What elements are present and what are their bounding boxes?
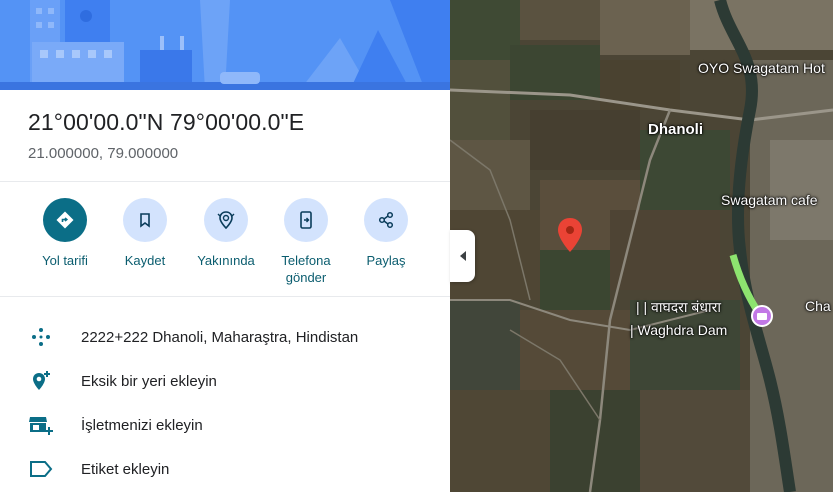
share-label: Paylaş [366,253,406,268]
send-to-phone-button[interactable]: Telefona gönder [266,196,346,286]
send-to-phone-label-2: gönder [285,270,327,285]
divider [0,181,450,182]
send-to-phone-label-1: Telefona [281,253,331,268]
plus-code-text: 2222+222 Dhanoli, Maharaştra, Hindistan [81,328,359,346]
directions-label: Yol tarifi [42,253,88,268]
nearby-label: Yakınında [197,253,255,268]
page-title: 21°00'00.0"N 79°00'00.0"E [28,109,305,135]
share-button[interactable]: Paylaş [346,196,426,269]
add-business-text: İşletmenizi ekleyin [81,416,203,434]
add-missing-place-row[interactable]: Eksik bir yeri ekleyin [0,359,450,403]
divider [0,296,450,297]
map-label-town[interactable]: Dhanoli [648,121,703,138]
directions-icon [43,198,87,242]
save-label: Kaydet [124,253,166,268]
decimal-coordinates: 21.000000, 79.000000 [28,145,179,162]
send-to-phone-icon [284,198,328,242]
label-icon [28,456,54,482]
nearby-button[interactable]: Yakınında [186,196,266,269]
add-business-icon [28,412,54,438]
nearby-icon [204,198,248,242]
add-location-icon [28,368,54,394]
plus-code-row[interactable]: 2222+222 Dhanoli, Maharaştra, Hindistan [0,315,450,359]
add-missing-place-text: Eksik bir yeri ekleyin [81,372,217,390]
add-business-row[interactable]: İşletmenizi ekleyin [0,403,450,447]
share-icon [364,198,408,242]
add-label-text: Etiket ekleyin [81,460,170,478]
map-label-dam[interactable]: | Waghdra Dam [630,322,727,338]
add-label-row[interactable]: Etiket ekleyin [0,447,450,491]
chevron-left-icon [459,251,466,261]
map-label-cafe[interactable]: Swagatam cafe [721,192,818,208]
collapse-panel-button[interactable] [450,230,475,282]
hero-illustration [0,0,450,90]
map-label-hotel[interactable]: OYO Swagatam Hot [698,60,825,76]
plus-code-icon [28,324,54,350]
map-label-edge[interactable]: Cha [805,298,831,314]
save-button[interactable]: Kaydet [105,196,185,269]
directions-button[interactable]: Yol tarifi [25,196,105,269]
place-panel: 21°00'00.0"N 79°00'00.0"E 21.000000, 79.… [0,0,450,492]
satellite-map[interactable]: OYO Swagatam Hot Dhanoli Swagatam cafe |… [450,0,833,492]
map-label-dam-hindi[interactable]: | | वाघदरा बंधारा [636,298,721,317]
bookmark-icon [123,198,167,242]
action-bar: Yol tarifi Kaydet Yakınında Telefona gön… [0,196,450,292]
